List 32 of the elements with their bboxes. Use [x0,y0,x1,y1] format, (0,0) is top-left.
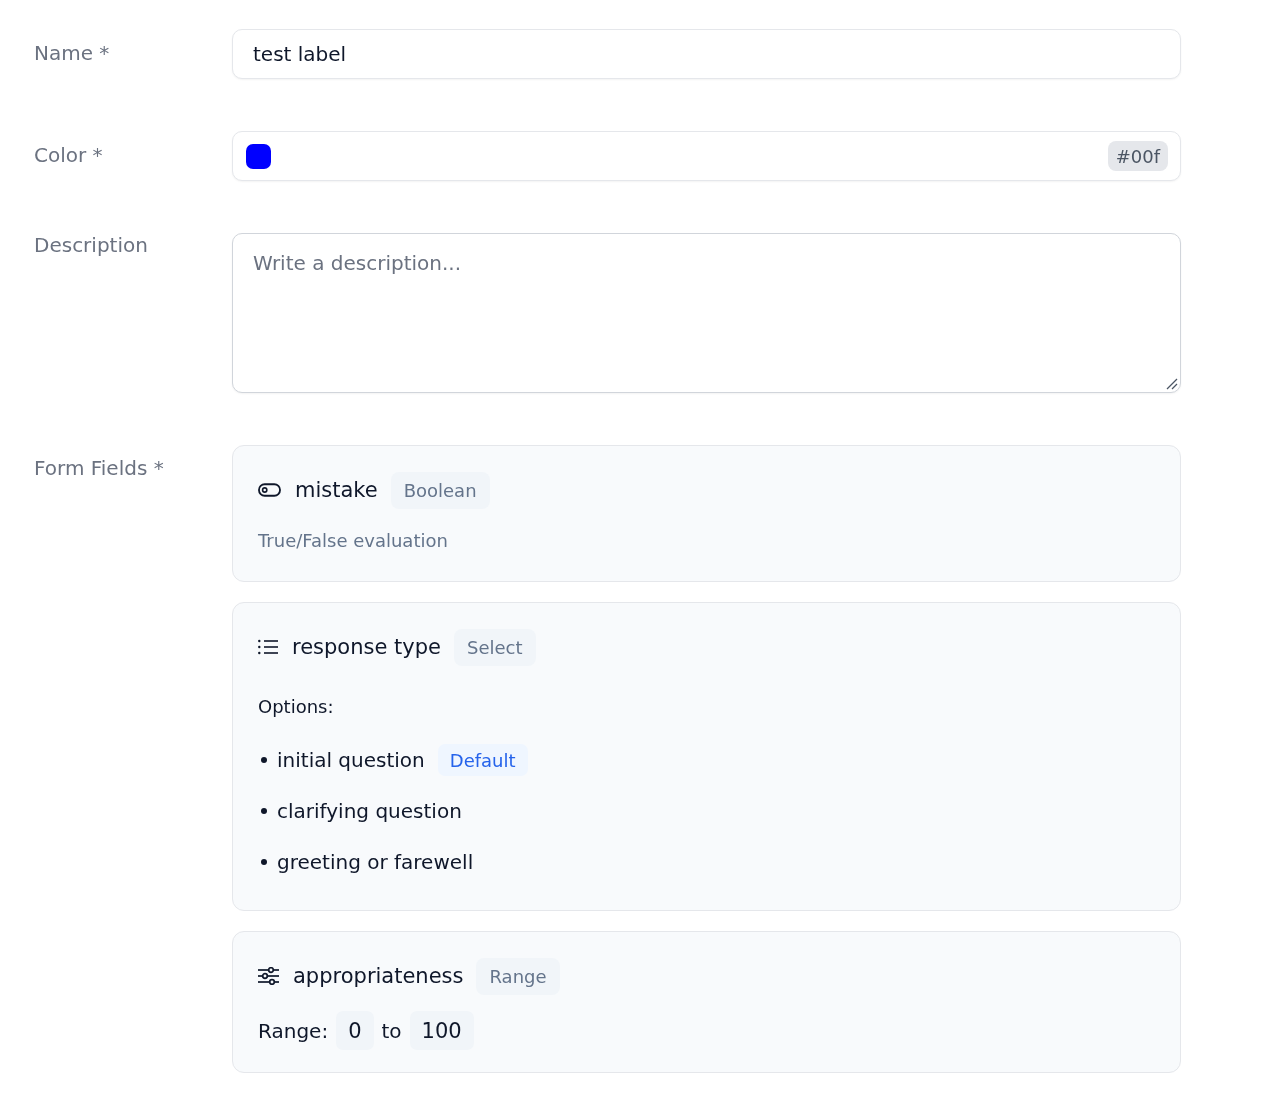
color-swatch-icon[interactable] [246,143,271,169]
bullet-icon [261,757,267,763]
range-max: 100 [409,1011,474,1050]
field-type: Range [476,957,560,995]
field-name: response type [292,634,441,660]
list-icon [258,639,278,655]
field-label: Color * [34,142,104,167]
option-text: clarifying question [277,799,462,823]
bullet-icon [261,859,267,865]
field-description: True/False evaluation [258,529,449,553]
field-label: Form Fields * [34,455,165,480]
option-text: initial question [277,748,425,772]
range-separator: to [381,1018,402,1043]
option-text: greeting or farewell [277,850,474,874]
field-label: Description [34,233,149,257]
default-flag: Default [437,744,528,776]
color-field[interactable]: #00f [232,131,1181,181]
sliders-icon [258,967,279,985]
field-type: Boolean [390,471,490,509]
resize-handle-icon[interactable] [1166,378,1178,390]
range-min: 0 [336,1011,374,1050]
field-name: appropriateness [293,963,464,989]
toggle-icon [258,483,281,497]
hex-value: #00f [1107,141,1168,171]
bullet-icon [261,808,267,814]
field-type: Select [453,628,536,666]
description-textarea[interactable]: Write a description... [232,233,1181,393]
range-label: Range: [258,1018,329,1043]
name-input[interactable]: test label [232,29,1181,79]
options-heading: Options: [258,696,335,718]
field-label: Name * [34,40,111,65]
field-name: mistake [295,477,378,503]
